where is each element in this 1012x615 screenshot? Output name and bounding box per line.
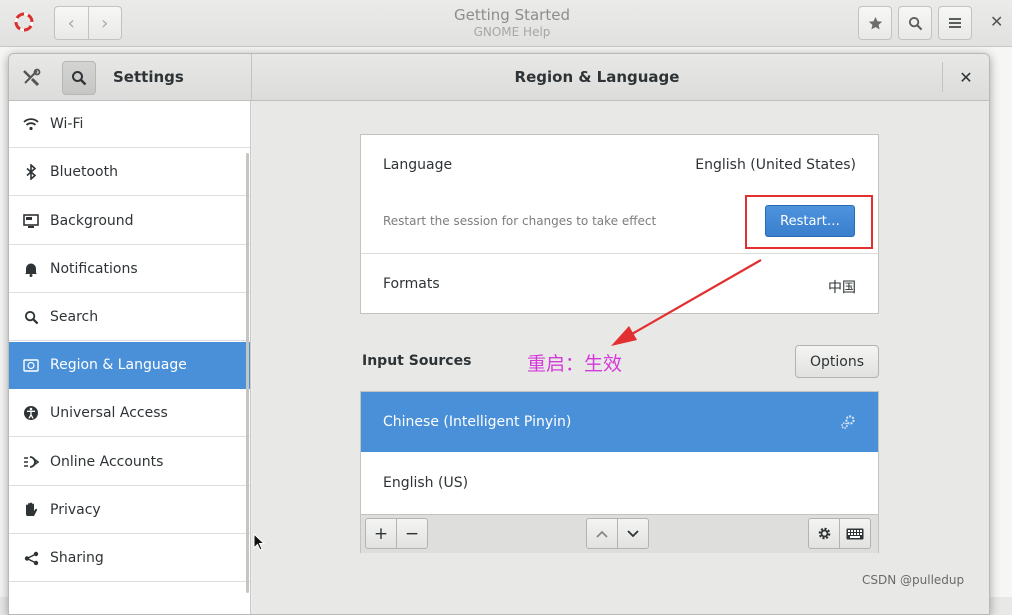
sidebar-item-label: Wi-Fi (50, 116, 84, 132)
sidebar-item-wifi[interactable]: Wi-Fi (9, 101, 250, 148)
region-icon (22, 356, 40, 374)
add-input-source-button[interactable]: + (365, 518, 397, 549)
help-lifebuoy-icon (14, 12, 34, 32)
sidebar-item-bluetooth[interactable]: Bluetooth (9, 149, 250, 196)
chevron-right-icon: › (101, 12, 109, 34)
forward-button[interactable]: › (89, 7, 122, 39)
sidebar-item-label: Bluetooth (50, 164, 118, 180)
language-value[interactable]: English (United States) (695, 157, 856, 173)
remove-input-source-button[interactable]: − (396, 518, 428, 549)
move-down-button[interactable] (617, 518, 649, 549)
headerbar-divider (942, 62, 943, 92)
close-icon: ✕ (959, 67, 973, 87)
help-headerbar: ‹ › Getting Started GNOME Help ✕ (0, 0, 1012, 47)
bookmark-button[interactable] (858, 6, 892, 40)
input-source-label: Chinese (Intelligent Pinyin) (383, 414, 572, 430)
input-source-row[interactable]: English (US) (361, 453, 878, 513)
help-nav-group: ‹ › (54, 6, 122, 40)
keyboard-layout-button[interactable] (839, 518, 871, 549)
input-sources-list: Chinese (Intelligent Pinyin) English (US… (360, 391, 879, 553)
sidebar-item-notifications[interactable]: Notifications (9, 246, 250, 293)
sidebar-scrollbar[interactable] (246, 153, 249, 593)
sidebar-item-label: Universal Access (50, 405, 168, 421)
sidebar-item-privacy[interactable]: Privacy (9, 487, 250, 534)
sidebar-item-search[interactable]: Search (9, 294, 250, 341)
background-icon (22, 212, 40, 230)
sidebar-item-label: Search (50, 309, 99, 325)
watermark: CSDN @pulledup (862, 573, 965, 587)
language-label: Language (383, 157, 453, 173)
sidebar-item-online-accounts[interactable]: Online Accounts (9, 439, 250, 486)
input-options-button[interactable]: Options (795, 345, 879, 378)
help-search-button[interactable] (898, 6, 932, 40)
formats-label: Formats (383, 276, 440, 292)
wifi-icon (22, 115, 40, 133)
page-title: Region & Language (514, 68, 680, 86)
keyboard-icon (846, 528, 864, 539)
chevron-up-icon (596, 530, 608, 538)
sidebar-item-universal-access[interactable]: Universal Access (9, 390, 250, 437)
plus-icon: + (373, 523, 389, 544)
settings-close-button[interactable]: ✕ (953, 64, 979, 90)
annotation-arrow (611, 259, 762, 346)
chevron-left-icon: ‹ (67, 12, 75, 34)
search-icon (72, 71, 87, 86)
hamburger-menu-icon (949, 18, 961, 28)
move-up-button[interactable] (586, 518, 618, 549)
chevron-down-icon (627, 529, 639, 537)
input-source-settings-button[interactable] (808, 518, 840, 549)
sidebar: Wi-Fi Bluetooth Background Notifications… (9, 101, 251, 614)
help-window-title: Getting Started (454, 6, 570, 24)
help-window-subtitle: GNOME Help (473, 25, 551, 39)
sidebar-item-label: Notifications (50, 261, 138, 277)
restart-notice: Restart the session for changes to take … (383, 214, 657, 228)
restart-highlight-box (745, 195, 873, 249)
minus-icon: − (404, 523, 420, 544)
share-icon (22, 549, 40, 567)
annotation-text: 重启：生效 (527, 353, 623, 375)
sidebar-item-sharing[interactable]: Sharing (9, 535, 250, 582)
sidebar-item-label: Online Accounts (50, 454, 164, 470)
settings-headerbar: Settings Region & Language ✕ (9, 54, 989, 101)
mouse-cursor-icon (253, 533, 265, 551)
tools-icon (23, 68, 41, 87)
help-menu-button[interactable] (938, 6, 972, 40)
settings-app-title: Settings (113, 68, 184, 86)
sidebar-item-region-language[interactable]: Region & Language (9, 342, 250, 389)
sidebar-item-label: Sharing (50, 550, 104, 566)
sidebar-item-background[interactable]: Background (9, 198, 250, 245)
sidebar-item-label: Privacy (50, 502, 101, 518)
search-icon (22, 308, 40, 326)
sidebar-item-label: Background (50, 213, 134, 229)
star-icon (868, 16, 882, 29)
input-source-row[interactable]: Chinese (Intelligent Pinyin) (361, 392, 878, 452)
gear-icon[interactable] (840, 414, 856, 430)
online-accounts-icon (22, 453, 40, 471)
help-close-icon[interactable]: ✕ (990, 12, 1003, 31)
sidebar-item-label: Region & Language (50, 357, 187, 373)
input-sources-toolbar: + − (361, 514, 878, 553)
settings-search-button[interactable] (62, 61, 96, 95)
bell-icon (22, 260, 40, 278)
settings-window: Settings Region & Language ✕ Wi-Fi Bluet… (8, 53, 990, 615)
input-sources-title: Input Sources (362, 353, 472, 369)
back-button[interactable]: ‹ (55, 7, 89, 39)
input-source-label: English (US) (383, 475, 469, 491)
hand-icon (22, 501, 40, 519)
gear-icon (818, 527, 830, 540)
accessibility-icon (22, 404, 40, 422)
search-icon (908, 16, 922, 30)
bluetooth-icon (22, 163, 40, 181)
formats-value[interactable]: 中国 (828, 277, 856, 297)
